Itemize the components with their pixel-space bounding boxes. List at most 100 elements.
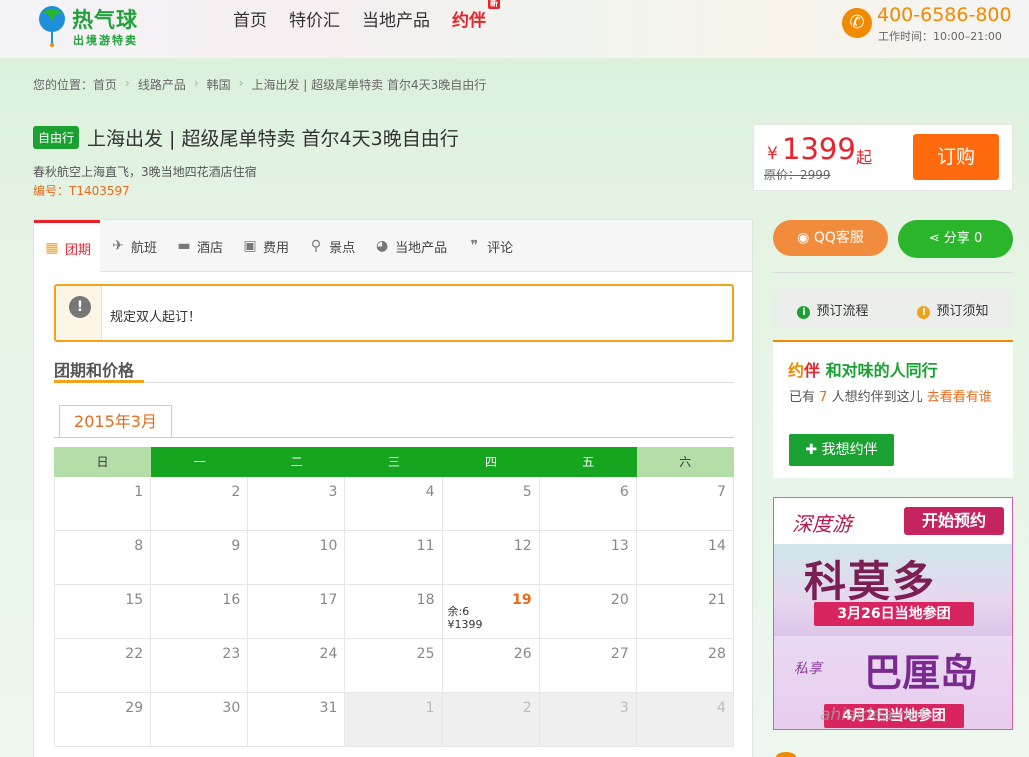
calendar-day: 23	[151, 639, 249, 693]
calendar-weekday: 二	[248, 447, 346, 477]
share-button[interactable]: ⋖ 分享 0	[898, 220, 1013, 258]
nav-travel-buddy[interactable]: 约伴新	[452, 0, 500, 32]
calendar-day-number: 15	[125, 592, 144, 608]
site-logo[interactable]: 热气球 出境游特卖	[36, 4, 176, 48]
buddy-text-pre: 已有	[789, 390, 816, 405]
hotline: ✆ 400-6586-800 工作时间：10:00–21:00	[842, 4, 1022, 44]
tab-sights-label: 景点	[329, 240, 356, 256]
calendar-day-number: 4	[716, 700, 726, 716]
promo-banner[interactable]: 深度游 开始预约 科莫多 3月26日当地参团 私享 巴厘岛 4月2日当地参团	[773, 497, 1013, 730]
comment-icon: ❞	[470, 238, 478, 254]
sidebar-divider	[773, 272, 1013, 273]
calendar-day-number: 2	[522, 700, 532, 716]
calendar-day-info: 余:6 ¥1399	[448, 605, 483, 631]
buddy-see-who-link[interactable]: 去看看有谁	[927, 390, 992, 405]
calendar-week-row: 22 23 24 25 26 27 28	[54, 639, 734, 693]
calendar-day-number: 28	[708, 646, 726, 662]
product-title-row: 自由行 上海出发 | 超级尾单特卖 首尔4天3晚自由行	[33, 124, 459, 151]
calendar-day: 24	[248, 639, 346, 693]
calendar-day: 26	[442, 639, 540, 693]
breadcrumb-korea[interactable]: 韩国	[207, 76, 231, 93]
breadcrumb-current: 上海出发 | 超级尾单特卖 首尔4天3晚自由行	[251, 78, 487, 92]
promo-bali-title: 巴厘岛	[864, 651, 979, 695]
qq-icon: ◉	[797, 230, 814, 246]
want-buddy-button[interactable]: ✚ 我想约伴	[789, 434, 894, 466]
tab-sights[interactable]: ⚲ 景点	[298, 220, 364, 272]
calendar-day: 5	[442, 477, 540, 531]
bed-icon: ▬	[177, 238, 191, 254]
nav-home[interactable]: 首页	[233, 10, 267, 32]
buddy-text-post: 人想约伴到这儿	[831, 390, 923, 405]
top-bar: 热气球 出境游特卖 首页 特价汇 当地产品 约伴新 ✆ 400-6586-800…	[0, 0, 1029, 58]
tab-hotel[interactable]: ▬ 酒店	[166, 220, 232, 272]
calendar-day: 1	[54, 477, 152, 531]
booking-notes-link[interactable]: ! 预订须知	[917, 300, 989, 319]
calendar-day: 4	[636, 693, 734, 747]
price-value: 1399	[782, 132, 856, 166]
wallet-icon: ▣	[243, 238, 257, 254]
calendar-day: 3	[248, 477, 346, 531]
info-icon: i	[797, 305, 811, 319]
calendar-day-number: 25	[416, 646, 435, 662]
calendar-day: 10	[248, 531, 346, 585]
calendar-day-number: 27	[610, 646, 629, 662]
tab-local-products[interactable]: ◕ 当地产品	[364, 220, 456, 272]
calendar-day-number: 8	[134, 538, 144, 554]
calendar-day: 6	[539, 477, 637, 531]
tab-hotel-label: 酒店	[197, 240, 224, 256]
tab-dates[interactable]: ▦ 团期	[34, 220, 101, 273]
calendar-day: 28	[636, 639, 734, 693]
warning-icon: !	[917, 305, 931, 319]
calendar-day-number: 6	[619, 484, 629, 500]
chevron-right-icon: ›	[238, 76, 244, 90]
travel-buddy-title: 约伴 和对味的人同行	[788, 357, 938, 381]
tab-flights-label: 航班	[131, 240, 158, 256]
buddy-count: 7	[819, 390, 828, 405]
calendar-day-number: 12	[513, 538, 532, 554]
notice-text: 规定双人起订！	[110, 310, 202, 325]
plus-icon: ✚	[805, 442, 822, 458]
month-tab[interactable]: 2015年3月	[59, 405, 172, 438]
breadcrumb-home[interactable]: 您的位置：首页	[33, 76, 117, 93]
tab-reviews[interactable]: ❞ 评论	[456, 220, 522, 272]
calendar-day: 7	[636, 477, 734, 531]
calendar-day-number: 1	[425, 700, 435, 716]
calendar-day-available[interactable]: 19 余:6 ¥1399	[442, 585, 540, 639]
qq-service-label: QQ客服	[813, 230, 864, 246]
tab-fees[interactable]: ▣ 费用	[232, 220, 298, 272]
nav-local-products[interactable]: 当地产品	[362, 10, 430, 32]
calendar-day: 29	[54, 693, 152, 747]
calendar-day: 13	[539, 531, 637, 585]
nav-deals[interactable]: 特价汇	[289, 10, 340, 32]
calendar-weekday: 日	[54, 447, 152, 477]
calendar-week-row: 15 16 17 18 19 余:6 ¥1399 20 21	[54, 585, 734, 639]
calendar-day-number: 18	[416, 592, 435, 608]
chevron-right-icon: ›	[125, 76, 130, 90]
calendar-day-number: 16	[222, 592, 241, 608]
booking-process-link[interactable]: i 预订流程	[797, 300, 869, 319]
calendar-day-price: ¥1399	[447, 618, 483, 631]
balloon-logo-icon	[39, 6, 65, 47]
calendar-day: 25	[345, 639, 443, 693]
booking-notes-label: 预订须知	[936, 303, 989, 319]
calendar-day-number: 13	[610, 538, 629, 554]
promo-logo: 深度游	[792, 512, 852, 536]
breadcrumb-routes[interactable]: 线路产品	[138, 76, 186, 93]
order-button[interactable]: 订购	[913, 134, 999, 180]
tab-fees-label: 费用	[263, 240, 290, 256]
location-pin-icon: ⚲	[310, 238, 322, 254]
section-underline	[54, 380, 144, 383]
calendar-day-seats: 余:6	[447, 605, 470, 618]
qq-service-button[interactable]: ◉ QQ客服	[773, 220, 888, 256]
hotline-hours: 工作时间：10:00–21:00	[878, 30, 1002, 43]
tab-flights[interactable]: ✈ 航班	[100, 220, 166, 272]
calendar-day-number: 24	[319, 646, 338, 662]
logo-subtitle: 出境游特卖	[73, 34, 138, 47]
calendar-day: 2	[442, 693, 540, 747]
breadcrumb: 您的位置：首页 › 线路产品 › 韩国 › 上海出发 | 超级尾单特卖 首尔4天…	[33, 76, 494, 93]
calendar-day: 1	[345, 693, 443, 747]
calendar-day: 30	[151, 693, 249, 747]
section-title: 团期和价格	[54, 361, 135, 380]
calendar-day-number: 5	[522, 484, 532, 500]
share-label: 分享	[943, 231, 970, 246]
